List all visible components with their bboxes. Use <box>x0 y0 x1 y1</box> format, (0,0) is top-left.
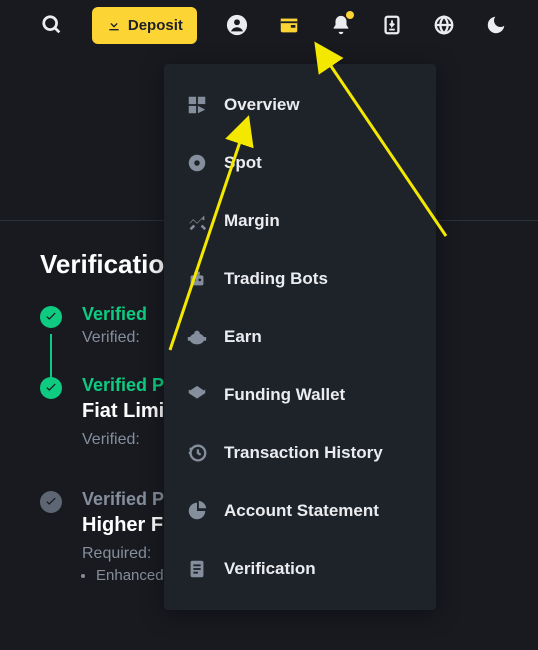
globe-icon[interactable] <box>432 13 456 37</box>
dropdown-item-earn[interactable]: Earn <box>164 308 436 366</box>
dropdown-item-spot[interactable]: Spot <box>164 134 436 192</box>
profile-icon[interactable] <box>225 13 249 37</box>
dropdown-label: Account Statement <box>224 501 379 521</box>
spot-icon <box>186 152 208 174</box>
dropdown-item-history[interactable]: Transaction History <box>164 424 436 482</box>
dropdown-item-funding[interactable]: Funding Wallet <box>164 366 436 424</box>
dropdown-label: Trading Bots <box>224 269 328 289</box>
dropdown-item-statement[interactable]: Account Statement <box>164 482 436 540</box>
dropdown-label: Transaction History <box>224 443 383 463</box>
dropdown-label: Margin <box>224 211 280 231</box>
notifications-icon[interactable] <box>329 13 353 37</box>
statement-icon <box>186 500 208 522</box>
wallet-icon[interactable] <box>277 13 301 37</box>
verification-icon <box>186 558 208 580</box>
history-icon <box>186 442 208 464</box>
earn-icon <box>186 326 208 348</box>
check-icon <box>40 491 62 513</box>
check-icon <box>40 306 62 328</box>
check-icon <box>40 377 62 399</box>
theme-toggle-icon[interactable] <box>484 13 508 37</box>
dropdown-label: Overview <box>224 95 300 115</box>
dropdown-item-verification[interactable]: Verification <box>164 540 436 598</box>
dropdown-label: Spot <box>224 153 262 173</box>
dropdown-item-overview[interactable]: Overview <box>164 76 436 134</box>
dropdown-item-tradingbots[interactable]: Trading Bots <box>164 250 436 308</box>
funding-icon <box>186 384 208 406</box>
margin-icon <box>186 210 208 232</box>
dropdown-label: Earn <box>224 327 262 347</box>
overview-icon <box>186 94 208 116</box>
deposit-button[interactable]: Deposit <box>92 7 197 44</box>
bot-icon <box>186 268 208 290</box>
dropdown-label: Verification <box>224 559 316 579</box>
top-bar: Deposit <box>0 0 538 50</box>
dropdown-label: Funding Wallet <box>224 385 345 405</box>
download-app-icon[interactable] <box>380 13 404 37</box>
wallet-dropdown: Overview Spot Margin Trading Bots Earn F… <box>164 64 436 610</box>
notification-dot <box>346 11 354 19</box>
download-icon <box>106 17 122 33</box>
search-icon[interactable] <box>40 13 64 37</box>
deposit-label: Deposit <box>128 17 183 34</box>
dropdown-item-margin[interactable]: Margin <box>164 192 436 250</box>
